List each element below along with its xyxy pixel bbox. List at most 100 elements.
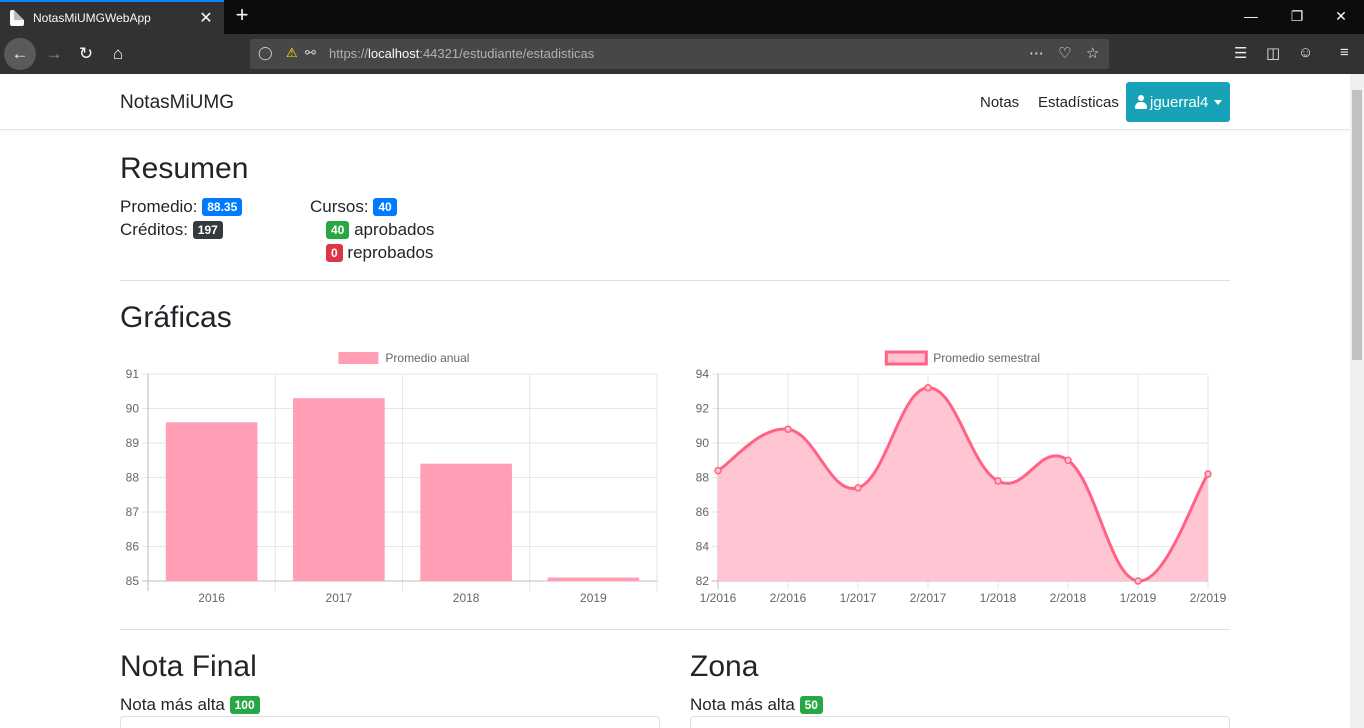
legend-swatch	[884, 350, 928, 366]
legend-label: Promedio semestral	[933, 351, 1040, 365]
x-tick-label: 2/2016	[770, 591, 807, 605]
x-tick-label: 1/2018	[980, 591, 1017, 605]
y-tick-label: 91	[126, 367, 140, 381]
address-bar[interactable]: ◯ ⚠ ⚯ https://localhost:44321/estudiante…	[250, 39, 1109, 69]
line-chart-svg: Promedio semestral 82 84 86 88 90 92 94 1/2016 2/…	[696, 350, 1227, 605]
nota-final-badge: 100	[229, 696, 260, 714]
cursos-badge: 40	[373, 198, 397, 216]
nav-notas[interactable]: Notas	[980, 94, 1019, 111]
zona-heading: Zona	[690, 650, 759, 683]
sidebar-icon[interactable]: ◫	[1266, 44, 1280, 62]
y-tick-label: 88	[696, 471, 710, 485]
y-tick-label: 94	[696, 367, 710, 381]
reprobados-label: reprobados	[347, 243, 434, 262]
divider	[120, 629, 1230, 630]
cursos-stat: Cursos: 40	[310, 197, 397, 217]
url-text[interactable]: https://localhost:44321/estudiante/estad…	[329, 46, 594, 61]
browser-tab[interactable]: NotasMiUMGWebApp ✕	[0, 0, 224, 34]
zona-badge: 50	[799, 696, 823, 714]
promedio-anual-chart: Promedio anual 85 86 87 88 89 90 91 2016 2017 2018…	[110, 344, 670, 614]
tab-title: NotasMiUMGWebApp	[33, 11, 151, 25]
aprobados-badge: 40	[326, 221, 350, 239]
cursos-label: Cursos:	[310, 197, 369, 216]
bar	[165, 422, 258, 581]
forward-arrow-icon[interactable]: →	[38, 38, 70, 70]
promedio-stat: Promedio: 88.35	[120, 197, 243, 217]
menu-icon[interactable]: ≡	[1340, 44, 1349, 61]
page-icon	[10, 10, 24, 26]
x-tick-label: 2/2018	[1050, 591, 1087, 605]
home-icon[interactable]: ⌂	[102, 38, 134, 70]
bar-chart-svg: Promedio anual 85 86 87 88 89 90 91 2016 2017 2018…	[126, 351, 658, 605]
reprobados-badge: 0	[326, 244, 343, 262]
divider	[120, 280, 1230, 281]
data-point	[1064, 456, 1072, 464]
library-icon[interactable]: ☰	[1234, 44, 1247, 62]
promedio-semestral-chart: Promedio semestral 82 84 86 88 90 92 94 1/2016 2/…	[680, 344, 1240, 614]
aprobados-label: aprobados	[354, 220, 435, 239]
bookmark-star-icon[interactable]: ☆	[1086, 44, 1099, 62]
nota-final-card	[120, 716, 660, 728]
legend-label: Promedio anual	[385, 351, 469, 365]
y-tick-label: 90	[126, 402, 140, 416]
back-arrow-icon[interactable]: ←	[4, 38, 36, 70]
page-actions-icon[interactable]: ⋯	[1029, 44, 1044, 62]
data-point	[714, 466, 722, 475]
user-dropdown-button[interactable]: jguerral4	[1126, 82, 1230, 122]
caret-down-icon	[1214, 99, 1223, 105]
zona-label: Nota más alta	[690, 695, 795, 714]
promedio-badge: 88.35	[202, 198, 243, 216]
y-tick-label: 92	[696, 402, 710, 416]
y-tick-label: 87	[126, 505, 140, 519]
x-tick-label: 2018	[453, 591, 480, 605]
y-tick-label: 85	[126, 574, 140, 588]
data-point	[1134, 577, 1142, 585]
bar	[547, 577, 640, 581]
scrollbar-thumb[interactable]	[1352, 90, 1362, 360]
x-tick-label: 1/2017	[840, 591, 877, 605]
site-navbar: NotasMiUMG Notas Estadísticas jguerral4	[0, 74, 1350, 130]
page-scrollbar[interactable]	[1350, 74, 1364, 728]
pocket-icon[interactable]: ♡	[1058, 44, 1071, 62]
account-icon[interactable]: ☺	[1298, 44, 1313, 61]
user-name: jguerral4	[1150, 93, 1209, 111]
y-tick-label: 90	[696, 436, 710, 450]
x-tick-label: 2/2017	[910, 591, 947, 605]
y-tick-label: 82	[696, 574, 710, 588]
brand-link[interactable]: NotasMiUMG	[120, 92, 234, 114]
x-tick-label: 2019	[580, 591, 607, 605]
nota-final-heading: Nota Final	[120, 650, 257, 683]
nav-estadisticas[interactable]: Estadísticas	[1038, 94, 1119, 111]
x-tick-label: 2016	[198, 591, 225, 605]
minimize-icon[interactable]: —	[1228, 0, 1274, 34]
bar	[293, 398, 385, 581]
y-tick-label: 86	[696, 505, 710, 519]
browser-tab-strip: NotasMiUMGWebApp ✕ + — ❐ ✕	[0, 0, 1364, 34]
restore-icon[interactable]: ❐	[1274, 0, 1320, 34]
data-point	[924, 384, 932, 392]
graficas-heading: Gráficas	[120, 301, 232, 334]
reload-icon[interactable]: ↻	[70, 38, 102, 70]
legend-swatch	[338, 352, 379, 364]
key-icon[interactable]: ⚯	[305, 45, 316, 61]
creditos-badge: 197	[192, 221, 223, 239]
x-tick-label: 1/2019	[1120, 591, 1157, 605]
shield-icon[interactable]: ◯	[258, 45, 273, 61]
nota-final-label: Nota más alta	[120, 695, 225, 714]
zona-card	[690, 716, 1230, 728]
y-tick-label: 89	[126, 436, 140, 450]
close-tab-icon[interactable]: ✕	[194, 8, 218, 28]
x-tick-label: 1/2016	[700, 591, 737, 605]
data-point	[854, 484, 862, 492]
data-point	[784, 425, 792, 433]
web-page: NotasMiUMG Notas Estadísticas jguerral4 …	[0, 74, 1350, 728]
zona-stat: Nota más alta 50	[690, 695, 823, 715]
window-close-icon[interactable]: ✕	[1318, 0, 1364, 34]
new-tab-icon[interactable]: +	[230, 4, 254, 28]
user-icon	[1135, 95, 1147, 109]
nota-final-stat: Nota más alta 100	[120, 695, 260, 715]
insecure-lock-icon[interactable]: ⚠	[286, 45, 298, 61]
resumen-heading: Resumen	[120, 152, 249, 185]
promedio-label: Promedio:	[120, 197, 198, 216]
y-tick-label: 86	[126, 540, 140, 554]
